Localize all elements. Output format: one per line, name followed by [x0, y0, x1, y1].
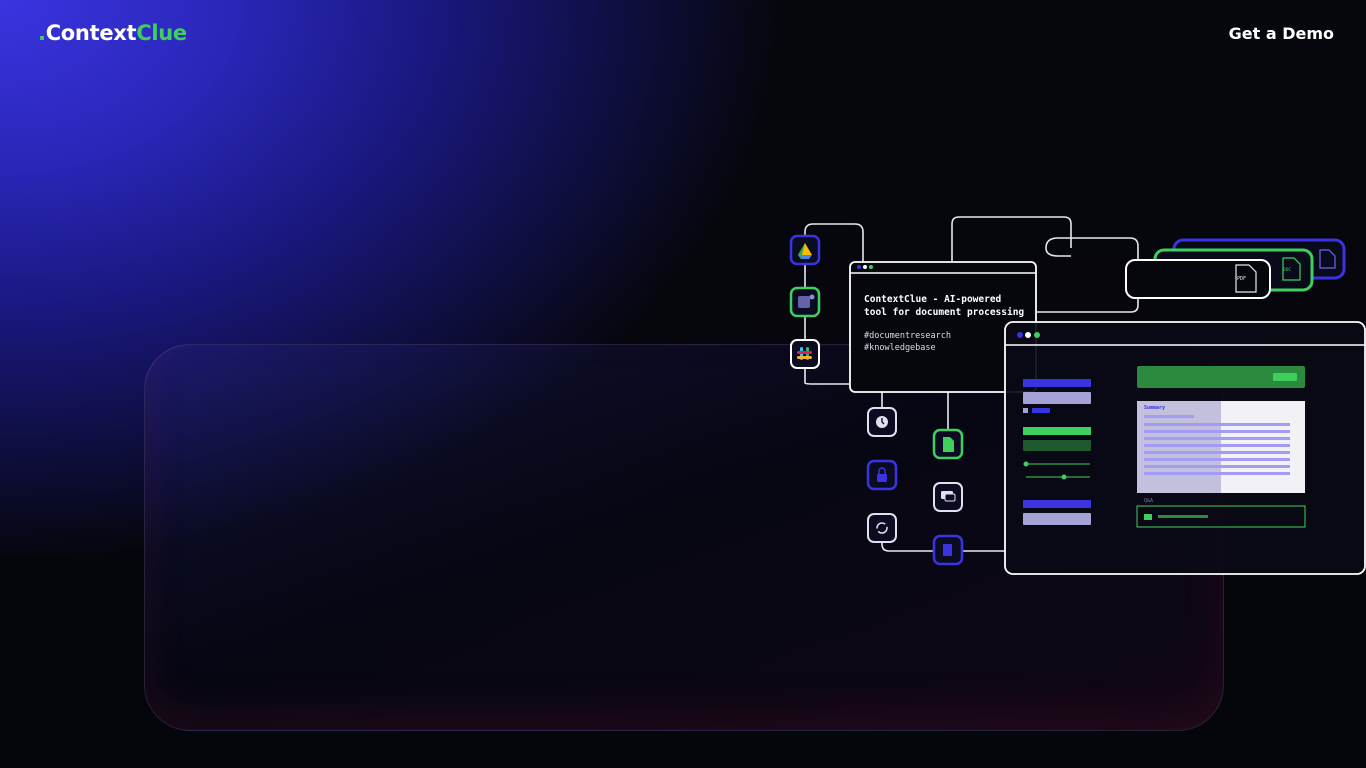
lock-icon: [866, 459, 898, 491]
logo-context: Context: [45, 21, 137, 45]
sheet-icon: [932, 534, 964, 566]
logo[interactable]: .ContextClue: [38, 21, 187, 45]
card-title: ContextClue - AI-powered tool for docume…: [864, 293, 1024, 319]
get-demo-button[interactable]: Get a Demo: [1229, 24, 1334, 43]
teams-icon: [789, 286, 821, 318]
hero-illustration: ContextClue - AI-powered tool for docume…: [780, 208, 1366, 588]
tag-knowledgebase: #knowledgebase: [864, 343, 936, 353]
document-icon: [932, 428, 964, 460]
qa-label: Q&A: [1144, 498, 1154, 504]
logo-clue: Clue: [136, 21, 187, 45]
tag-documentresearch: #documentresearch: [864, 331, 951, 341]
card-title-line1: ContextClue - AI-powered: [864, 294, 1002, 305]
pdf-label: PDF: [1237, 276, 1247, 282]
clock-icon: [867, 407, 897, 437]
file-stack: [1125, 238, 1346, 299]
doc-label: DOC: [1283, 268, 1292, 273]
card-title-line2: tool for document processing: [864, 307, 1025, 318]
google-drive-icon: [789, 234, 821, 266]
illustration-svg: [789, 216, 1366, 575]
chat-icon: [933, 482, 963, 512]
summary-label: Summary: [1144, 405, 1166, 411]
app-window: [1004, 321, 1366, 575]
logo-dot: .: [38, 21, 46, 45]
slack-icon: [790, 339, 820, 369]
card-tags: #documentresearch #knowledgebase: [864, 330, 951, 354]
sync-icon: [867, 513, 897, 543]
